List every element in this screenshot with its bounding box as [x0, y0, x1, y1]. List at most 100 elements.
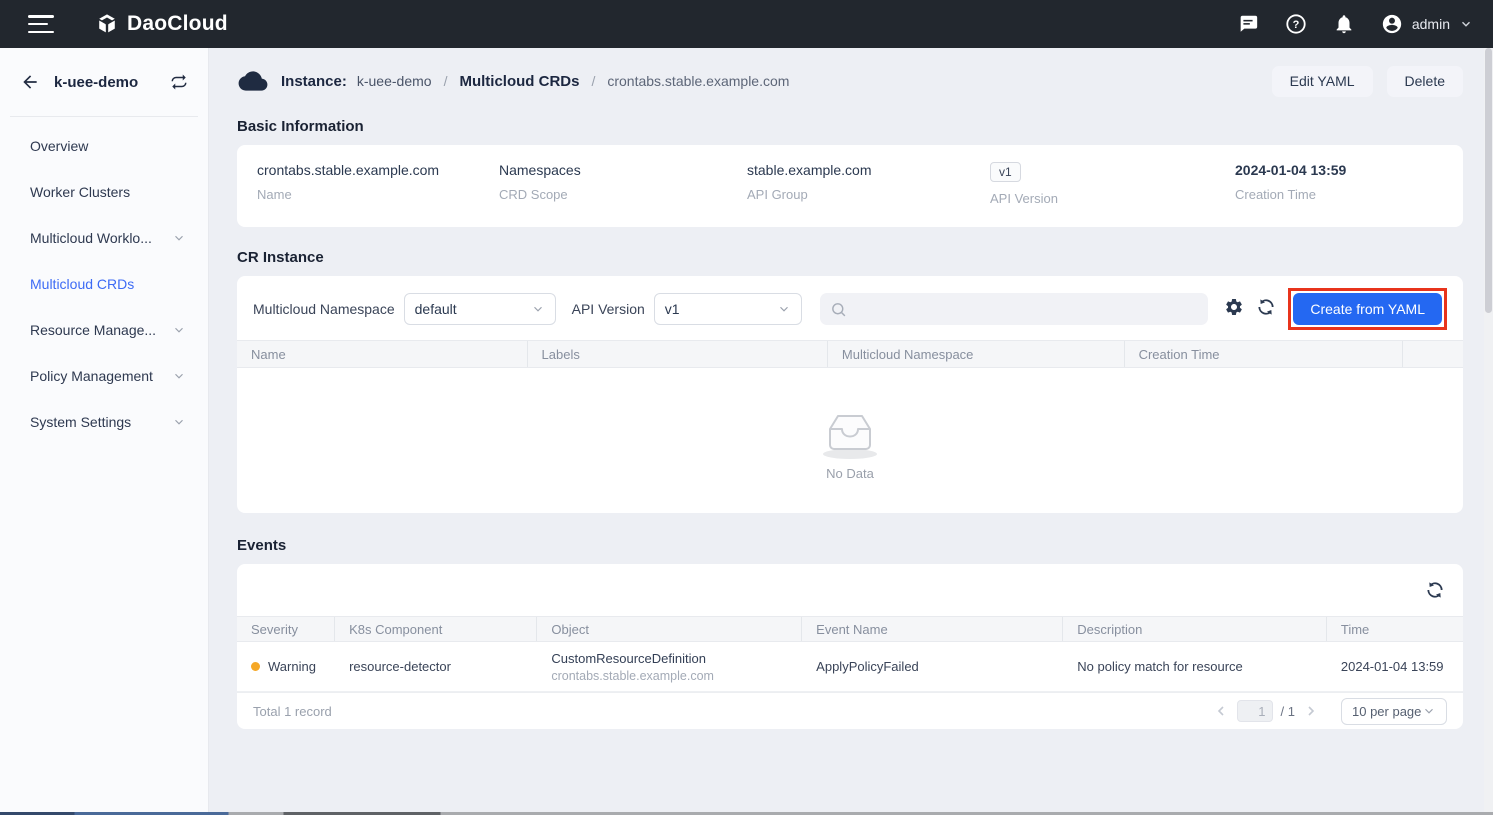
per-page-select[interactable]: 10 per page: [1341, 698, 1447, 725]
column-actions: [1403, 341, 1463, 367]
search-input[interactable]: [853, 301, 1199, 317]
daocloud-logo-icon: [96, 13, 118, 35]
help-icon[interactable]: ?: [1285, 13, 1307, 35]
empty-state: No Data: [237, 368, 1463, 522]
field-crd-scope: Namespaces CRD Scope: [499, 162, 747, 210]
basic-information-card: crontabs.stable.example.com Name Namespa…: [237, 145, 1463, 227]
cr-table-header: Name Labels Multicloud Namespace Creatio…: [237, 340, 1463, 368]
avatar-icon: [1381, 13, 1403, 35]
sidebar-item-worker-clusters[interactable]: Worker Clusters: [0, 169, 208, 215]
main-content: Instance: k-uee-demo / Multicloud CRDs /…: [209, 48, 1484, 812]
column-labels: Labels: [528, 341, 828, 367]
breadcrumb-crd-name: crontabs.stable.example.com: [607, 73, 789, 89]
no-data-icon: [817, 410, 883, 462]
field-name: crontabs.stable.example.com Name: [257, 162, 499, 210]
username: admin: [1412, 16, 1450, 32]
chevron-down-icon: [1422, 704, 1436, 718]
instance-label: Instance:: [281, 73, 347, 90]
scrollbar-thumb[interactable]: [1485, 48, 1492, 313]
severity-value: Warning: [268, 659, 316, 674]
sidebar-item-multicloud-workloads[interactable]: Multicloud Worklo...: [0, 215, 208, 261]
column-creation-time: Creation Time: [1125, 341, 1403, 367]
pagination: / 1 10 per page: [1213, 698, 1447, 725]
svg-text:?: ?: [1292, 19, 1299, 31]
breadcrumb-instance[interactable]: k-uee-demo: [357, 73, 432, 89]
page-total: / 1: [1281, 704, 1295, 719]
column-time: Time: [1327, 617, 1463, 641]
field-creation-time: 2024-01-04 13:59 Creation Time: [1235, 162, 1443, 210]
events-footer: Total 1 record / 1 10 per page: [237, 692, 1463, 729]
sidebar-item-system-settings[interactable]: System Settings: [0, 399, 208, 445]
sidebar-item-resource-management[interactable]: Resource Manage...: [0, 307, 208, 353]
chevron-down-icon: [531, 302, 545, 316]
breadcrumb-multicloud-crds[interactable]: Multicloud CRDs: [459, 73, 579, 90]
brand-name: DaoCloud: [127, 12, 228, 36]
chevron-down-icon: [1459, 17, 1473, 31]
cr-instance-title: CR Instance: [237, 249, 1463, 266]
search-icon: [830, 301, 847, 318]
breadcrumb-separator: /: [591, 73, 595, 89]
prev-page-icon[interactable]: [1213, 703, 1229, 719]
chevron-down-icon: [172, 415, 186, 429]
component-cell: resource-detector: [335, 659, 537, 674]
page-header: Instance: k-uee-demo / Multicloud CRDs /…: [237, 60, 1463, 102]
chat-icon[interactable]: [1237, 13, 1259, 35]
column-name: Name: [237, 341, 528, 367]
search-box[interactable]: [820, 293, 1209, 325]
event-name-cell: ApplyPolicyFailed: [802, 659, 1063, 674]
sidebar-item-policy-management[interactable]: Policy Management: [0, 353, 208, 399]
column-object: Object: [537, 617, 802, 641]
object-kind: CustomResourceDefinition: [551, 651, 802, 666]
bell-icon[interactable]: [1333, 13, 1355, 35]
no-data-text: No Data: [826, 466, 874, 481]
column-event-name: Event Name: [802, 617, 1063, 641]
column-k8s-component: K8s Component: [335, 617, 537, 641]
top-bar: DaoCloud ? admin: [0, 0, 1493, 48]
user-menu[interactable]: admin: [1381, 13, 1473, 35]
next-page-icon[interactable]: [1303, 703, 1319, 719]
cr-instance-card: Multicloud Namespace default API Version…: [237, 276, 1463, 513]
api-version-badge: v1: [990, 162, 1021, 182]
field-api-group: stable.example.com API Group: [747, 162, 990, 210]
cluster-title: k-uee-demo: [54, 74, 170, 91]
back-icon[interactable]: [20, 72, 40, 92]
api-version-filter-label: API Version: [572, 301, 645, 317]
switch-instance-icon[interactable]: [170, 73, 188, 91]
breadcrumb-separator: /: [444, 73, 448, 89]
severity-cell: Warning: [237, 659, 335, 674]
scrollbar-track: [1484, 48, 1493, 812]
column-description: Description: [1063, 617, 1327, 641]
gear-icon[interactable]: [1224, 297, 1244, 317]
warning-dot-icon: [251, 662, 260, 671]
annotation-highlight-box: Create from YAML: [1288, 288, 1447, 330]
time-cell: 2024-01-04 13:59: [1327, 659, 1463, 674]
events-title: Events: [237, 537, 1463, 554]
events-refresh-icon[interactable]: [1425, 580, 1445, 600]
chevron-down-icon: [172, 369, 186, 383]
sidebar: k-uee-demo Overview Worker Clusters Mult…: [0, 48, 209, 812]
field-api-version: v1 API Version: [990, 162, 1235, 210]
basic-information-title: Basic Information: [237, 118, 1463, 135]
create-from-yaml-button[interactable]: Create from YAML: [1293, 293, 1442, 325]
object-name: crontabs.stable.example.com: [551, 669, 802, 683]
column-multicloud-namespace: Multicloud Namespace: [828, 341, 1125, 367]
namespace-filter-label: Multicloud Namespace: [253, 301, 395, 317]
api-version-select[interactable]: v1: [654, 293, 802, 325]
cloud-icon: [237, 69, 269, 93]
chevron-down-icon: [777, 302, 791, 316]
sidebar-item-overview[interactable]: Overview: [0, 123, 208, 169]
events-card: Severity K8s Component Object Event Name…: [237, 564, 1463, 729]
delete-button[interactable]: Delete: [1387, 66, 1463, 97]
chevron-down-icon: [172, 231, 186, 245]
edit-yaml-button[interactable]: Edit YAML: [1272, 66, 1373, 97]
refresh-icon[interactable]: [1256, 297, 1276, 317]
object-cell: CustomResourceDefinition crontabs.stable…: [537, 651, 802, 683]
sidebar-item-multicloud-crds[interactable]: Multicloud CRDs: [0, 261, 208, 307]
page-number-input[interactable]: [1237, 700, 1273, 722]
brand-logo: DaoCloud: [96, 12, 228, 36]
total-records: Total 1 record: [253, 704, 1213, 719]
namespace-select[interactable]: default: [404, 293, 556, 325]
menu-icon[interactable]: [28, 15, 54, 33]
event-row: Warning resource-detector CustomResource…: [237, 642, 1463, 692]
description-cell: No policy match for resource: [1063, 659, 1327, 674]
